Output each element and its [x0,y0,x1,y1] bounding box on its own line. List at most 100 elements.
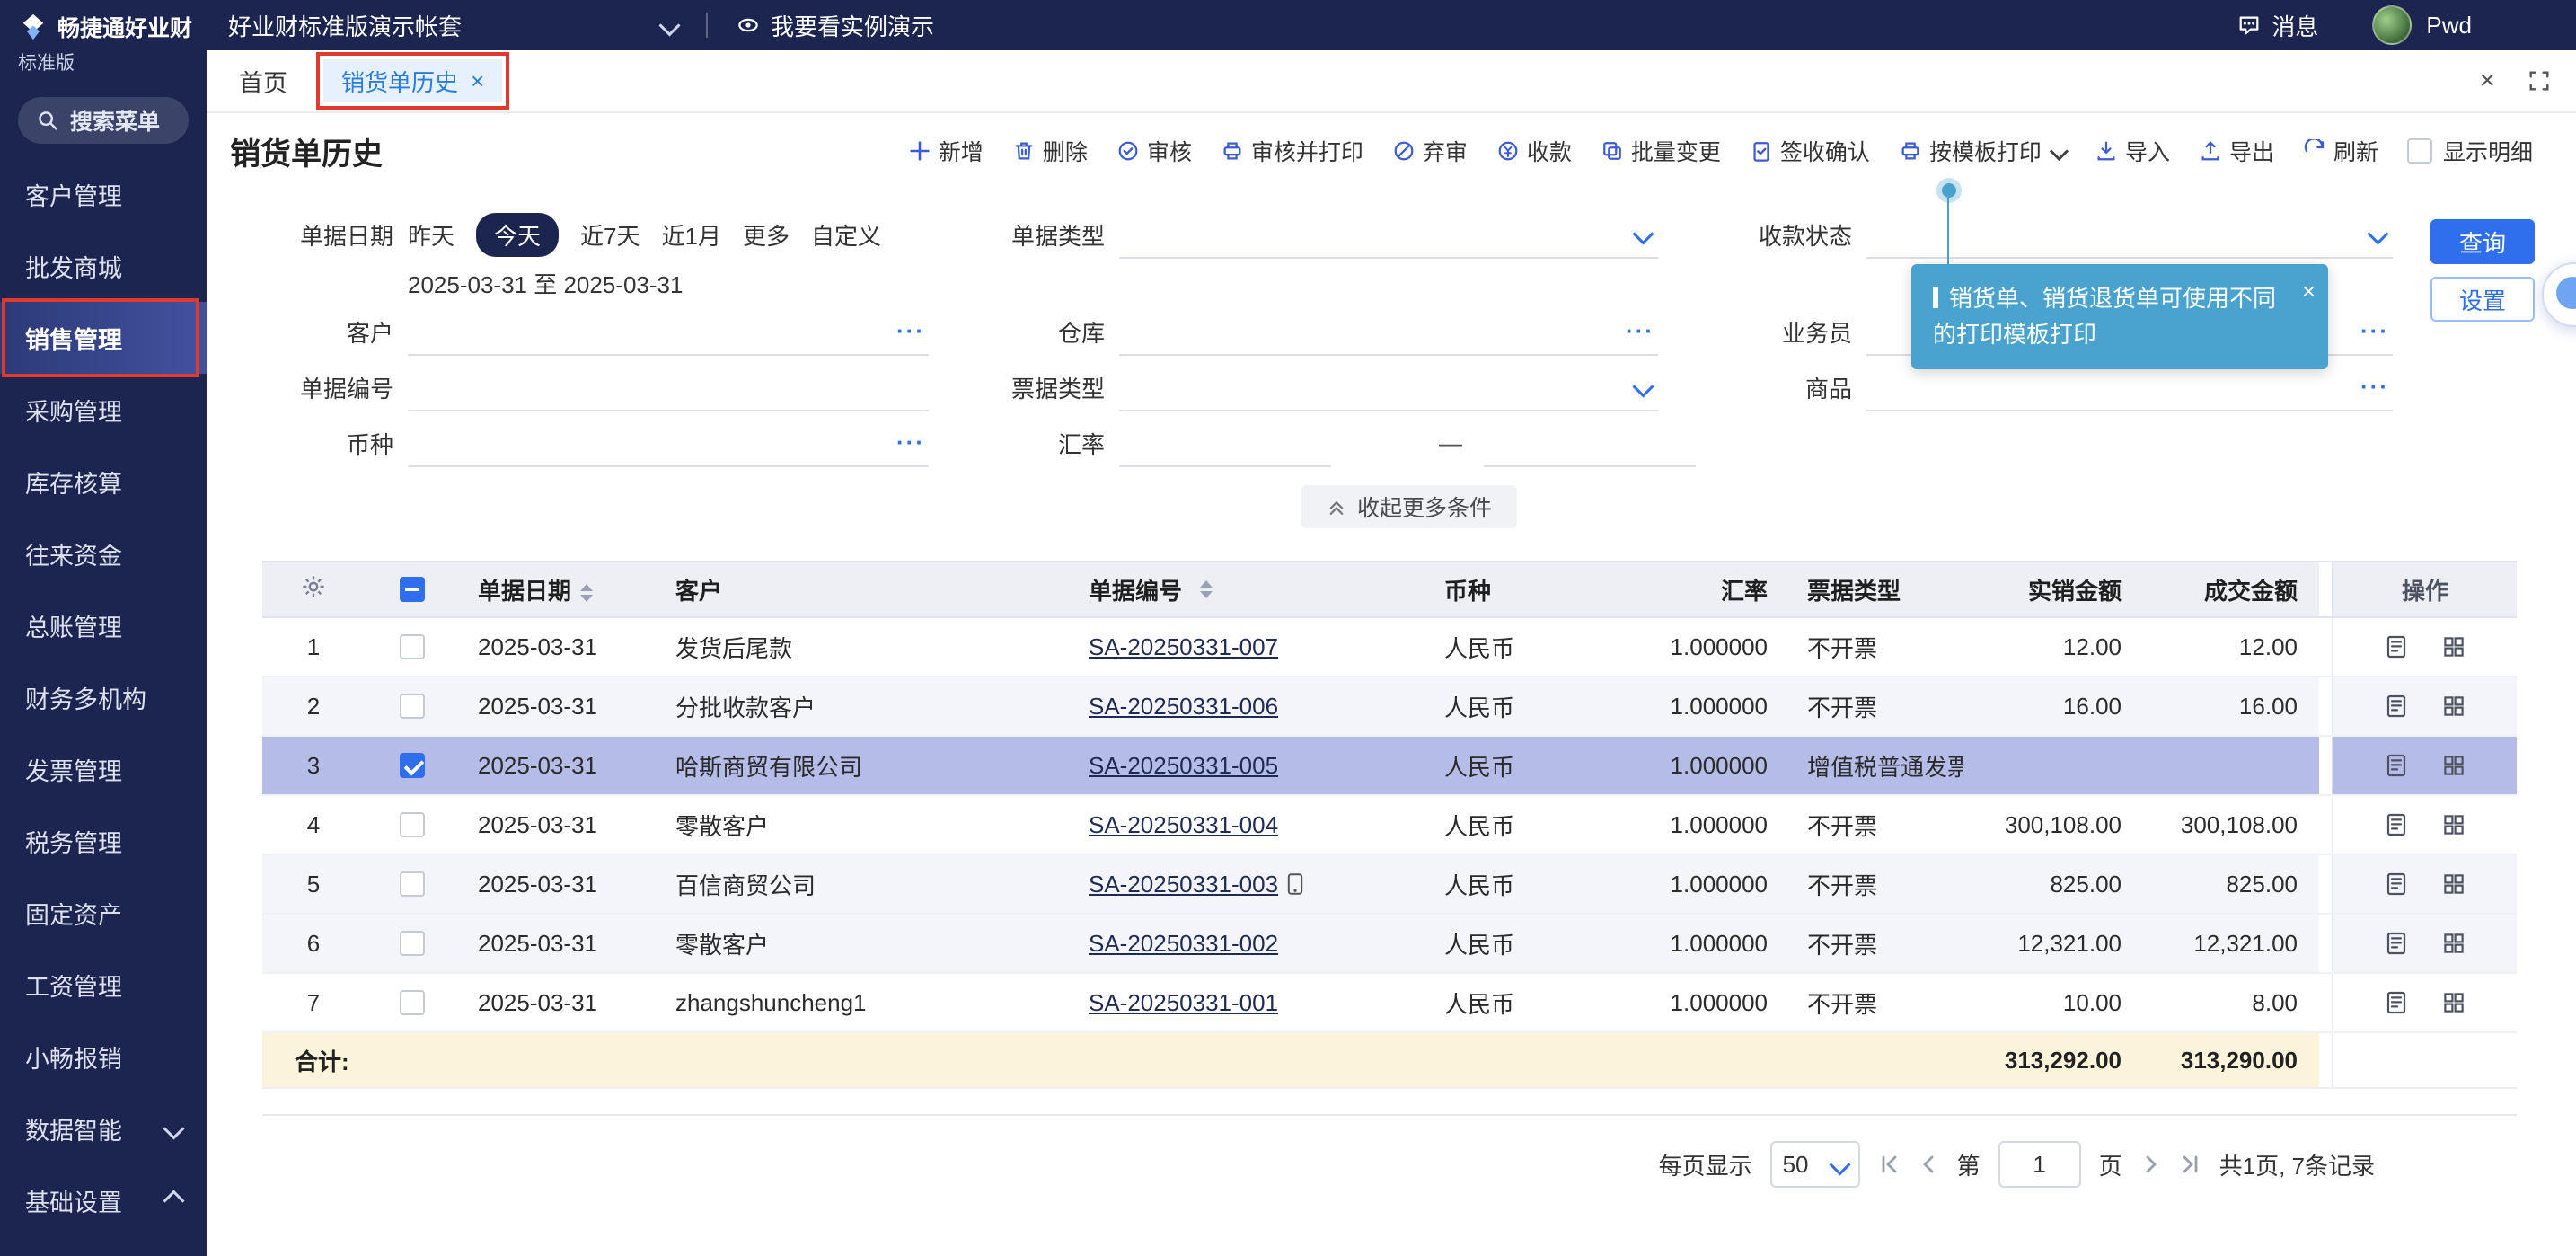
query-button[interactable]: 查询 [2430,219,2535,264]
doc-no-link[interactable]: SA-20250331-007 [1089,633,1278,661]
tab-close-icon[interactable]: × [471,67,484,95]
sidebar-item-customer-mgmt[interactable]: 客户管理 [0,158,207,230]
sort-icon[interactable] [1200,580,1213,598]
batch-change-button[interactable]: 批量变更 [1601,135,1721,167]
last-page-icon[interactable] [2180,1154,2201,1175]
receive-payment-button[interactable]: 收款 [1496,135,1572,167]
audit-button[interactable]: 审核 [1116,135,1192,167]
ellipsis-picker-icon[interactable]: ··· [1626,317,1658,345]
quick-last7days[interactable]: 近7天 [580,218,640,252]
show-detail-checkbox[interactable]: 显示明细 [2407,135,2533,167]
currency-input[interactable]: ··· [408,419,929,467]
settings-button[interactable]: 设置 [2430,277,2535,322]
sidebar-item-data-intelligence[interactable]: 数据智能 [0,1092,207,1164]
prev-page-icon[interactable] [1918,1154,1939,1175]
messages-button[interactable]: 消息 [2237,9,2318,42]
audit-print-button[interactable]: 审核并打印 [1221,135,1363,167]
sort-icon[interactable] [580,584,593,602]
table-row-selected[interactable]: 3 2025-03-31 哈斯商贸有限公司 SA-20250331-005 人民… [262,737,2517,796]
ellipsis-picker-icon[interactable]: ··· [2360,373,2393,401]
sidebar-item-xiaochang-expense[interactable]: 小畅报销 [0,1021,207,1092]
new-button[interactable]: 新增 [908,135,984,167]
tab-sales-history[interactable]: 销货单历史 × [323,59,502,102]
sidebar-item-tax-mgmt[interactable]: 税务管理 [0,805,207,877]
row-checkbox[interactable] [365,931,460,956]
select-all-checkbox[interactable] [365,577,460,602]
sidebar-item-fixed-assets[interactable]: 固定资产 [0,877,207,949]
ellipsis-picker-icon[interactable]: ··· [896,429,929,456]
collapse-more-conditions-button[interactable]: 收起更多条件 [1301,485,1517,528]
gear-icon[interactable] [301,574,326,599]
row-checkbox[interactable] [365,990,460,1015]
export-button[interactable]: 导出 [2199,135,2274,167]
doc-no-link[interactable]: SA-20250331-004 [1089,811,1278,839]
related-docs-grid-icon[interactable] [2441,634,2466,659]
sidebar-item-receivable-funds[interactable]: 往来资金 [0,517,207,589]
sidebar-item-purchase-mgmt[interactable]: 采购管理 [0,374,207,446]
payment-status-select[interactable] [1866,210,2393,259]
sidebar-item-wholesale-mall[interactable]: 批发商城 [0,230,207,302]
quick-more[interactable]: 更多 [743,218,790,252]
sidebar-item-finance-multi-org[interactable]: 财务多机构 [0,661,207,733]
rate-from-input[interactable] [1119,419,1331,467]
tab-home[interactable]: 首页 [239,64,287,99]
preview-doc-icon[interactable] [2384,812,2409,837]
table-row[interactable]: 7 2025-03-31 zhangshuncheng1 SA-20250331… [262,974,2517,1033]
ellipsis-picker-icon[interactable]: ··· [2360,317,2393,345]
rate-to-input[interactable] [1484,419,1696,467]
table-row[interactable]: 4 2025-03-31 零散客户 SA-20250331-004 人民币 1.… [262,796,2517,855]
row-checkbox[interactable] [365,753,460,778]
sidebar-item-inventory-accounting[interactable]: 库存核算 [0,446,207,517]
doc-no-link[interactable]: SA-20250331-005 [1089,752,1278,780]
product-input[interactable]: ··· [1866,363,2393,411]
row-checkbox[interactable] [365,871,460,897]
related-docs-grid-icon[interactable] [2441,694,2466,719]
sidebar-item-payroll-mgmt[interactable]: 工资管理 [0,949,207,1021]
preview-doc-icon[interactable] [2384,931,2409,956]
sidebar-item-basic-settings[interactable]: 基础设置 [0,1164,207,1236]
close-all-tabs-icon[interactable]: × [2479,66,2495,96]
table-row[interactable]: 6 2025-03-31 零散客户 SA-20250331-002 人民币 1.… [262,915,2517,974]
first-page-icon[interactable] [1878,1154,1900,1175]
table-row[interactable]: 2 2025-03-31 分批收款客户 SA-20250331-006 人民币 … [262,677,2517,737]
row-checkbox[interactable] [365,812,460,837]
import-button[interactable]: 导入 [2095,135,2170,167]
preview-doc-icon[interactable] [2384,990,2409,1015]
per-page-select[interactable]: 50 [1770,1141,1860,1188]
doc-no-link[interactable]: SA-20250331-003 [1089,871,1278,898]
invoice-type-select[interactable] [1119,363,1658,411]
quick-custom[interactable]: 自定义 [811,218,881,252]
sidebar-item-general-ledger[interactable]: 总账管理 [0,589,207,661]
header-date[interactable]: 单据日期 [460,573,657,606]
doc-no-link[interactable]: SA-20250331-001 [1089,989,1278,1017]
quick-yesterday[interactable]: 昨天 [408,218,454,252]
related-docs-grid-icon[interactable] [2441,990,2466,1015]
row-checkbox[interactable] [365,694,460,719]
warehouse-input[interactable]: ··· [1119,307,1658,356]
doc-no-input[interactable] [408,363,929,411]
row-checkbox[interactable] [365,634,460,659]
avatar[interactable] [2372,5,2412,45]
sidebar-item-sales-mgmt[interactable]: 销售管理 [0,302,207,374]
doc-type-select[interactable] [1119,210,1658,259]
sidebar-item-basic-info[interactable]: 基础信息 [0,1236,207,1256]
doc-no-link[interactable]: SA-20250331-002 [1089,930,1278,958]
customer-input[interactable]: ··· [408,307,929,356]
sidebar-item-invoice-mgmt[interactable]: 发票管理 [0,733,207,805]
doc-no-link[interactable]: SA-20250331-006 [1089,693,1278,721]
related-docs-grid-icon[interactable] [2441,871,2466,897]
delete-button[interactable]: 删除 [1012,135,1088,167]
quick-today[interactable]: 今天 [476,213,559,257]
table-row[interactable]: 1 2025-03-31 发货后尾款 SA-20250331-007 人民币 1… [262,618,2517,677]
header-doc-no[interactable]: 单据编号 [1071,573,1426,606]
demo-link[interactable]: 我要看实例演示 [737,9,934,42]
template-print-button[interactable]: 按模板打印 [1899,135,2066,167]
refresh-button[interactable]: 刷新 [2303,135,2378,167]
page-number-input[interactable] [1998,1141,2081,1188]
sign-confirm-button[interactable]: 签收确认 [1750,135,1870,167]
table-row[interactable]: 5 2025-03-31 百信商贸公司 SA-20250331-003 人民币 … [262,855,2517,915]
preview-doc-icon[interactable] [2384,634,2409,659]
fullscreen-icon[interactable] [2527,69,2551,93]
next-page-icon[interactable] [2140,1154,2162,1175]
account-set-selector[interactable]: 好业财标准版演示帐套 [228,9,677,42]
